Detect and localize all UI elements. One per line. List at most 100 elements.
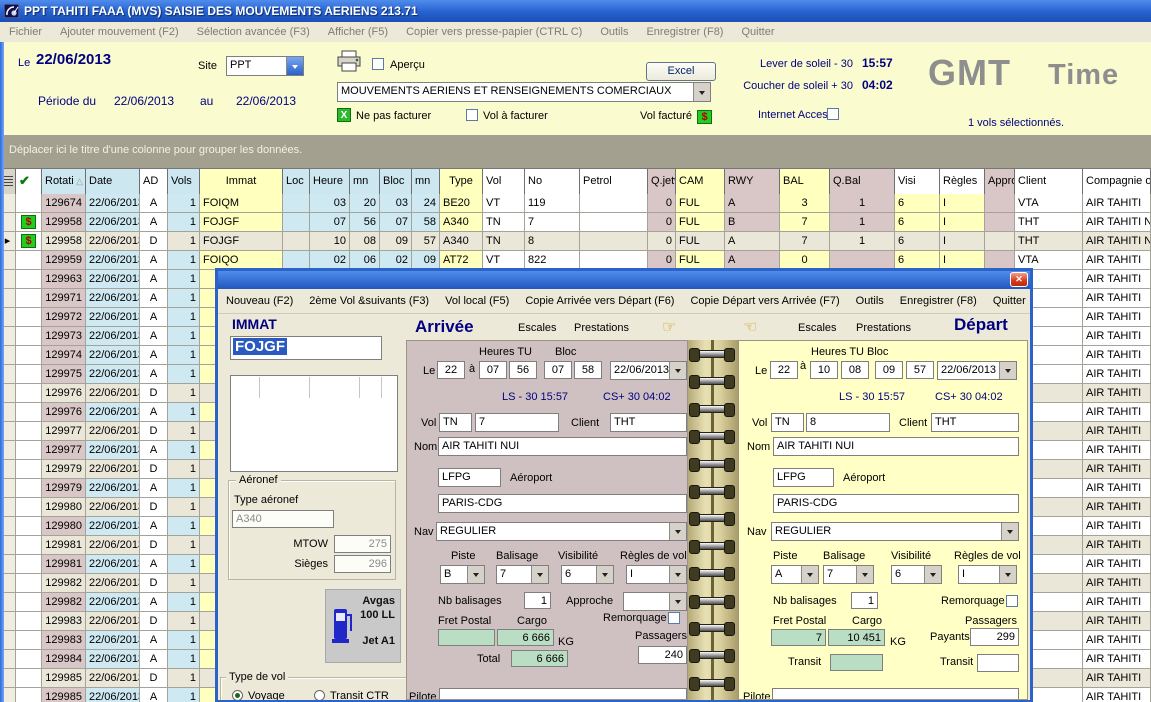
grid-cell-chk[interactable] <box>16 536 42 555</box>
dropdown-arrow-icon[interactable] <box>669 362 686 379</box>
grid-cell-date[interactable]: 22/06/2013 <box>86 574 140 593</box>
mtow-input[interactable]: 275 <box>334 535 391 553</box>
grid-cell-date[interactable]: 22/06/2013 <box>86 517 140 536</box>
grid-cell-vols[interactable]: 1 <box>168 384 200 403</box>
arrivee-regles-select[interactable]: I <box>626 565 687 584</box>
grid-cell-type[interactable]: BE20 <box>440 194 483 213</box>
grid-cell-mn2[interactable]: 58 <box>412 213 440 232</box>
grid-header-visi[interactable]: Visi <box>895 169 940 195</box>
grid-cell-ad[interactable]: A <box>140 327 168 346</box>
grid-cell-heure[interactable]: 03 <box>310 194 350 213</box>
grid-cell-rotati[interactable]: 129976 <box>42 403 86 422</box>
grid-cell-vols[interactable]: 1 <box>168 213 200 232</box>
grid-cell-ad[interactable]: A <box>140 631 168 650</box>
dialog-menu-item-4[interactable]: Copie Arrivée vers Départ (F6) <box>517 295 682 307</box>
grid-cell-chk[interactable] <box>16 422 42 441</box>
grid-cell-immat[interactable]: FOIQM <box>200 194 283 213</box>
grid-cell-date[interactable]: 22/06/2013 <box>86 232 140 251</box>
grid-cell-date[interactable]: 22/06/2013 <box>86 593 140 612</box>
grid-cell-date[interactable]: 22/06/2013 <box>86 612 140 631</box>
depart-pilote-input[interactable] <box>772 688 1019 700</box>
grid-cell-appro[interactable] <box>985 213 1015 232</box>
grid-cell-chk[interactable] <box>16 441 42 460</box>
grid-cell-visi[interactable]: 6 <box>895 213 940 232</box>
grid-cell-vols[interactable]: 1 <box>168 593 200 612</box>
grid-header-rwy[interactable]: RWY <box>725 169 780 195</box>
grid-cell-ad[interactable]: A <box>140 194 168 213</box>
grid-header-ad[interactable]: AD <box>140 169 168 195</box>
grid-header-heure[interactable]: Heure <box>310 169 350 195</box>
close-icon[interactable]: ✕ <box>1010 272 1028 287</box>
arrivee-bloc-minute-input[interactable]: 58 <box>574 361 602 379</box>
depart-transit-fret-input[interactable] <box>830 654 883 671</box>
depart-escales-link[interactable]: Escales <box>798 322 837 334</box>
dialog-menu-item-8[interactable]: Quitter <box>985 295 1034 307</box>
arrivee-aeroport-input[interactable]: PARIS-CDG <box>438 494 687 513</box>
dialog-menu-item-6[interactable]: Outils <box>848 295 892 307</box>
menu-item-4[interactable]: Afficher (F5) <box>319 26 397 38</box>
dialog-menu-item-3[interactable]: Vol local (F5) <box>437 295 517 307</box>
grid-cell-loc[interactable] <box>283 213 310 232</box>
grid-cell-vols[interactable]: 1 <box>168 289 200 308</box>
periode-to[interactable]: 22/06/2013 <box>236 94 296 108</box>
grid-cell-ad[interactable]: A <box>140 251 168 270</box>
arrivee-cargo-input[interactable]: 6 666 <box>497 629 554 646</box>
grid-header-chk[interactable]: ✔ <box>16 169 42 195</box>
grid-cell-vols[interactable]: 1 <box>168 650 200 669</box>
grid-row[interactable]: $12995822/06/2013A1FOJGF07560758A340TN70… <box>0 213 1151 232</box>
grid-cell-bal[interactable]: 3 <box>780 194 830 213</box>
grid-header-qjetw[interactable]: Q.jetw <box>648 169 676 195</box>
grid-cell-rwy[interactable]: A <box>725 232 780 251</box>
grid-cell-ad[interactable]: D <box>140 422 168 441</box>
grid-cell-rotati[interactable]: 129983 <box>42 612 86 631</box>
grid-cell-ad[interactable]: A <box>140 289 168 308</box>
grid-cell-mn2[interactable]: 57 <box>412 232 440 251</box>
grid-cell-client[interactable]: THT <box>1015 232 1083 251</box>
grid-cell-rotati[interactable]: 129981 <box>42 536 86 555</box>
dropdown-arrow-icon[interactable] <box>669 593 686 610</box>
grid-cell-date[interactable]: 22/06/2013 <box>86 403 140 422</box>
grid-cell-regles[interactable]: I <box>940 213 985 232</box>
grid-cell-vols[interactable]: 1 <box>168 517 200 536</box>
depart-aeroport-input[interactable]: PARIS-CDG <box>773 494 1019 513</box>
grid-header-rotati[interactable]: Rotati△ <box>42 169 86 195</box>
grid-cell-rotati[interactable]: 129977 <box>42 422 86 441</box>
grid-header-vols[interactable]: Vols <box>168 169 200 195</box>
grid-cell-no[interactable]: 119 <box>525 194 580 213</box>
hand-right-icon[interactable]: ☞ <box>662 317 676 337</box>
grid-cell-loc[interactable] <box>283 232 310 251</box>
grid-cell-visi[interactable]: 6 <box>895 232 940 251</box>
grid-cell-vols[interactable]: 1 <box>168 194 200 213</box>
depart-prestations-link[interactable]: Prestations <box>856 322 911 334</box>
grid-cell-bal[interactable]: 7 <box>780 213 830 232</box>
grid-cell-rotati[interactable]: 129980 <box>42 498 86 517</box>
grid-cell-vols[interactable]: 1 <box>168 612 200 631</box>
grid-cell-rotati[interactable]: 129985 <box>42 688 86 702</box>
grid-cell-ad[interactable]: D <box>140 536 168 555</box>
arrivee-nb-balisages-input[interactable]: 1 <box>524 592 551 609</box>
grid-cell-comp[interactable]: AIR TAHITI <box>1083 612 1151 631</box>
grid-header-date[interactable]: Date <box>86 169 140 195</box>
grid-cell-comp[interactable]: AIR TAHITI <box>1083 498 1151 517</box>
grid-cell-qbal[interactable]: 1 <box>830 213 895 232</box>
depart-nb-balisages-input[interactable]: 1 <box>851 592 878 609</box>
grid-cell-rotati[interactable]: 129963 <box>42 270 86 289</box>
grid-header-bal[interactable]: BAL <box>780 169 830 195</box>
arrivee-visibilite-select[interactable]: 6 <box>561 565 614 584</box>
voyage-radio[interactable] <box>232 690 243 700</box>
grid-cell-ad[interactable]: A <box>140 403 168 422</box>
grid-cell-type[interactable]: A340 <box>440 232 483 251</box>
menu-item-5[interactable]: Copier vers presse-papier (CTRL C) <box>397 26 591 38</box>
arrivee-pilote-input[interactable] <box>439 688 687 700</box>
depart-remorquage-checkbox[interactable] <box>1006 595 1018 607</box>
grid-cell-comp[interactable]: AIR TAHITI N <box>1083 213 1151 232</box>
grid-cell-chk[interactable] <box>16 574 42 593</box>
grid-cell-client[interactable]: VTA <box>1015 194 1083 213</box>
grid-cell-comp[interactable]: AIR TAHITI <box>1083 574 1151 593</box>
grid-header-cam[interactable]: CAM <box>676 169 725 195</box>
grid-cell-vols[interactable]: 1 <box>168 346 200 365</box>
dropdown-arrow-icon[interactable] <box>596 566 613 583</box>
grid-header-type[interactable]: Type <box>440 169 483 195</box>
depart-client-input[interactable]: THT <box>931 413 1019 432</box>
grid-cell-comp[interactable]: AIR TAHITI <box>1083 251 1151 270</box>
